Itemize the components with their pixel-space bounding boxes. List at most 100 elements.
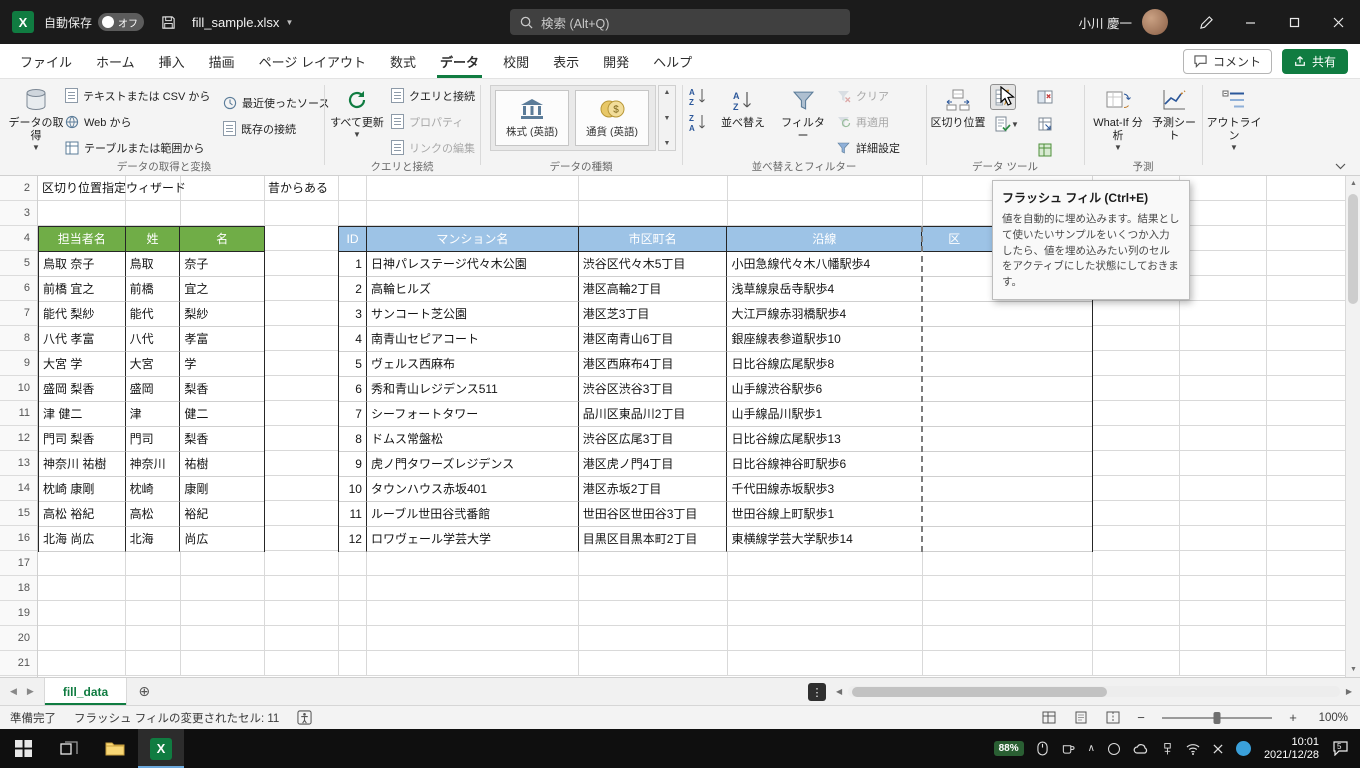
row-header-18[interactable]: 18 [0, 576, 37, 601]
cell[interactable]: 浅草線泉岳寺駅歩4 [727, 277, 922, 302]
cell[interactable]: 宜之 [180, 277, 264, 302]
row-header-12[interactable]: 12 [0, 426, 37, 451]
cell[interactable]: 渋谷区広尾3丁目 [579, 427, 728, 452]
stocks-card[interactable]: 株式 (英語) [495, 90, 569, 146]
cell[interactable] [922, 302, 1092, 327]
row-header-17[interactable]: 17 [0, 551, 37, 576]
existing-connections-button[interactable]: 既存の接続 [220, 118, 332, 139]
inking-button[interactable] [1184, 0, 1228, 44]
text-to-columns-button[interactable]: 区切り位置 [930, 82, 986, 130]
cell[interactable]: 日比谷線広尾駅歩8 [727, 352, 922, 377]
ribbon-tab-0[interactable]: ファイル [8, 44, 84, 78]
cell[interactable]: 9 [339, 452, 367, 477]
horizontal-scroll-thumb[interactable] [852, 687, 1107, 697]
status-ring-icon[interactable] [1108, 743, 1120, 755]
from-table-range-button[interactable]: テーブルまたは範囲から [62, 137, 213, 158]
row-header-14[interactable]: 14 [0, 476, 37, 501]
zoom-slider[interactable] [1162, 717, 1272, 719]
sheet-next-icon[interactable]: ▶ [27, 686, 34, 697]
cell[interactable]: 千代田線赤坂駅歩3 [727, 477, 922, 502]
cell[interactable]: ルーブル世田谷弐番館 [367, 502, 579, 527]
cell[interactable]: 盛岡 梨香 [39, 377, 126, 402]
cell[interactable]: 目黒区目黒本町2丁目 [579, 527, 728, 552]
cell[interactable]: 6 [339, 377, 367, 402]
ribbon-tab-8[interactable]: 表示 [541, 44, 591, 78]
cell[interactable]: 渋谷区代々木5丁目 [579, 252, 728, 277]
usb-icon[interactable] [1162, 742, 1173, 756]
cell[interactable]: 秀和青山レジデンス511 [367, 377, 579, 402]
ribbon-tab-9[interactable]: 開発 [591, 44, 641, 78]
cell[interactable]: 小田急線代々木八幡駅歩4 [727, 252, 922, 277]
file-title[interactable]: fill_sample.xlsx ▼ [192, 15, 293, 30]
cell[interactable]: 門司 梨香 [39, 427, 126, 452]
excel-taskbar-button[interactable]: X [138, 729, 184, 768]
cell[interactable]: 神奈川 祐樹 [39, 452, 126, 477]
cell[interactable]: 10 [339, 477, 367, 502]
cell[interactable]: ロワヴェール学芸大学 [367, 527, 579, 552]
row-header-5[interactable]: 5 [0, 251, 37, 276]
file-explorer-button[interactable] [92, 729, 138, 768]
get-data-button[interactable]: データの取得 ▼ [8, 82, 64, 152]
cell[interactable]: 11 [339, 502, 367, 527]
forecast-sheet-button[interactable]: 予測シート [1150, 82, 1198, 143]
cell[interactable]: 東横線学芸大学駅歩14 [727, 527, 922, 552]
cell[interactable]: ドムス常盤松 [367, 427, 579, 452]
cell[interactable]: シーフォートタワー [367, 402, 579, 427]
gallery-more-icon[interactable]: ▼ [664, 140, 671, 147]
page-layout-view-button[interactable] [1070, 709, 1092, 727]
cell[interactable]: 梨紗 [180, 302, 264, 327]
ribbon-tab-10[interactable]: ヘルプ [641, 44, 704, 78]
accessibility-icon[interactable] [297, 710, 312, 725]
search-input[interactable]: 検索 (Alt+Q) [510, 9, 850, 35]
cell[interactable]: 5 [339, 352, 367, 377]
zoom-knob[interactable] [1214, 712, 1221, 724]
ribbon-tab-7[interactable]: 校閲 [491, 44, 541, 78]
ribbon-tab-1[interactable]: ホーム [84, 44, 147, 78]
cell[interactable]: 神奈川 [126, 452, 181, 477]
vertical-scroll-thumb[interactable] [1348, 194, 1358, 304]
cell[interactable]: 港区赤坂2丁目 [579, 477, 728, 502]
scroll-right-icon[interactable]: ▶ [1346, 687, 1352, 696]
cell[interactable]: ヴェルス西麻布 [367, 352, 579, 377]
cell[interactable]: 学 [180, 352, 264, 377]
row-header-6[interactable]: 6 [0, 276, 37, 301]
remove-duplicates-button[interactable] [1032, 84, 1058, 110]
row-header-2[interactable]: 2 [0, 176, 37, 201]
cell[interactable] [922, 452, 1092, 477]
notification-button[interactable]: 5 [1332, 741, 1350, 757]
ribbon-tab-4[interactable]: ページ レイアウト [247, 44, 378, 78]
cell[interactable]: サンコート芝公園 [367, 302, 579, 327]
row-header-16[interactable]: 16 [0, 526, 37, 551]
currency-card[interactable]: $ 通貨 (英語) [575, 90, 649, 146]
data-validation-button[interactable]: ▼ [990, 111, 1024, 137]
browser-icon[interactable] [1236, 741, 1251, 756]
cell[interactable]: 日比谷線神谷町駅歩6 [727, 452, 922, 477]
mouse-icon[interactable] [1037, 741, 1048, 756]
recent-sources-button[interactable]: 最近使ったソース [220, 92, 332, 113]
cell[interactable]: 港区南青山6丁目 [579, 327, 728, 352]
page-break-view-button[interactable] [1102, 709, 1124, 727]
cell[interactable]: 健二 [180, 402, 264, 427]
outline-button[interactable]: アウトライン ▼ [1206, 82, 1262, 152]
mansion-table[interactable]: IDマンション名市区町名沿線区1日神パレステージ代々木公園渋谷区代々木5丁目小田… [338, 226, 1093, 552]
row-header-20[interactable]: 20 [0, 626, 37, 651]
gallery-down-icon[interactable]: ▼ [664, 115, 671, 122]
cell[interactable]: 康剛 [180, 477, 264, 502]
cell[interactable]: 北海 尚広 [39, 527, 126, 552]
ribbon-tab-5[interactable]: 数式 [378, 44, 428, 78]
cell[interactable]: 世田谷線上町駅歩1 [727, 502, 922, 527]
cell[interactable]: 枕崎 [126, 477, 181, 502]
cell[interactable] [922, 402, 1092, 427]
cell[interactable]: 高松 [126, 502, 181, 527]
cell[interactable]: 日比谷線広尾駅歩13 [727, 427, 922, 452]
ribbon-tab-6[interactable]: データ [428, 44, 491, 78]
zoom-in-button[interactable]: + [1286, 710, 1300, 725]
onedrive-icon[interactable] [1133, 743, 1149, 755]
cell[interactable]: 港区芝3丁目 [579, 302, 728, 327]
clock[interactable]: 10:01 2021/12/28 [1264, 736, 1319, 762]
chevron-up-icon[interactable]: ∧ [1088, 743, 1095, 754]
cell[interactable]: 尚広 [180, 527, 264, 552]
zoom-level[interactable]: 100% [1310, 712, 1348, 724]
cell[interactable]: 2 [339, 277, 367, 302]
what-if-analysis-button[interactable]: What-If 分析 ▼ [1088, 82, 1148, 152]
